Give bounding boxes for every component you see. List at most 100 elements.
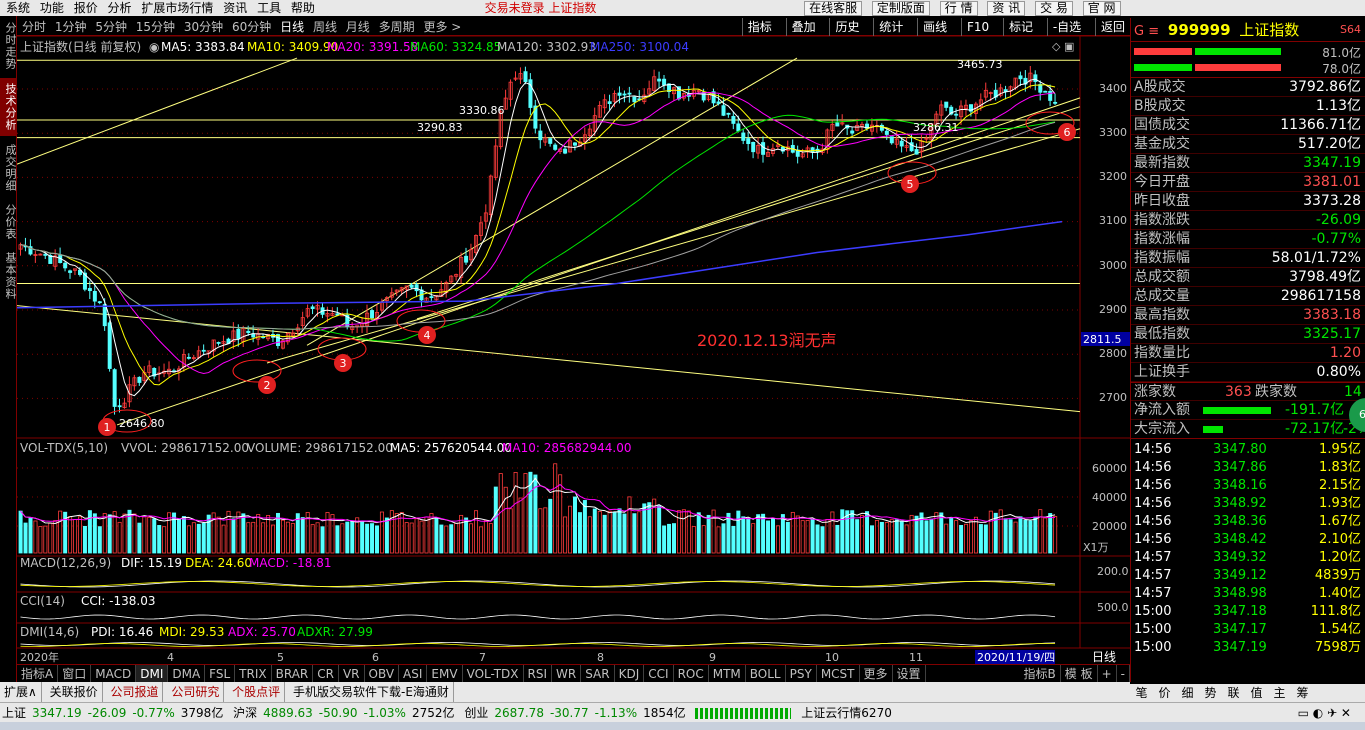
indicator-tab[interactable]: BRAR	[272, 665, 314, 682]
volume-bar	[275, 512, 280, 554]
period-monthly[interactable]: 月线	[346, 18, 370, 36]
indicator-tab[interactable]: PSY	[786, 665, 817, 682]
tab-trade-details[interactable]: 成交明细	[0, 140, 17, 196]
period-more[interactable]: 更多 >	[423, 18, 461, 36]
market-button[interactable]: 行 情	[939, 1, 978, 16]
indicator-tab[interactable]: VOL-TDX	[463, 665, 524, 682]
tab-price-table[interactable]: 分价表	[0, 200, 17, 244]
indicator-tab[interactable]: 设置	[893, 665, 926, 682]
panel-tab[interactable]: 笔	[1130, 684, 1153, 702]
panel-tab[interactable]: 筹	[1291, 684, 1314, 702]
template-tab[interactable]: -	[1117, 665, 1130, 682]
tab-intraday[interactable]: 分时走势	[0, 20, 17, 72]
indicator-tab[interactable]: MTM	[709, 665, 746, 682]
overlay-button[interactable]: 叠加	[785, 18, 821, 36]
panel-tab[interactable]: 主	[1268, 684, 1291, 702]
volume-bar	[1028, 520, 1033, 554]
volume-bar	[518, 497, 523, 554]
history-button[interactable]: 历史	[829, 18, 864, 36]
volume-bar	[251, 521, 256, 554]
menu-quote[interactable]: 报价	[74, 0, 98, 16]
related-quote-tab[interactable]: 关联报价	[46, 682, 103, 702]
period-1min[interactable]: 1分钟	[55, 18, 87, 36]
news-button[interactable]: 资 讯	[987, 1, 1026, 16]
draw-button[interactable]: 画线	[917, 18, 952, 36]
window-controls-icon[interactable]: ▭ ◐ ✈ ✕	[1298, 703, 1351, 722]
indicator-tab[interactable]: SAR	[581, 665, 615, 682]
indicator-tab[interactable]: OBV	[365, 665, 400, 682]
indicator-tab[interactable]: 指标A	[17, 665, 59, 682]
indicator-tab[interactable]: EMV	[427, 665, 463, 682]
panel-tab[interactable]: 值	[1245, 684, 1268, 702]
custom-layout-button[interactable]: 定制版面	[871, 1, 930, 16]
trade-button[interactable]: 交 易	[1035, 1, 1073, 16]
indicator-tab[interactable]: CR	[313, 665, 339, 682]
menu-system[interactable]: 系统	[6, 0, 30, 16]
period-daily[interactable]: 日线	[280, 18, 304, 36]
menu-tools[interactable]: 工具	[257, 0, 281, 16]
menu-function[interactable]: 功能	[40, 0, 64, 16]
diamond-icon[interactable]: ◇ ▣	[1052, 40, 1074, 53]
indicator-button[interactable]: 指标	[741, 18, 777, 36]
tab-technical-analysis[interactable]: 技术分析	[0, 78, 17, 136]
period-tick[interactable]: 分时	[22, 18, 46, 36]
indicator-tab[interactable]: MACD	[91, 665, 137, 682]
indicator-tab[interactable]: ROC	[674, 665, 709, 682]
menu-help[interactable]: 帮助	[291, 0, 315, 16]
indicator-tab[interactable]: RSI	[524, 665, 553, 682]
indicator-tab[interactable]: DMI	[136, 665, 169, 682]
indicator-tab[interactable]: BOLL	[746, 665, 786, 682]
candle-body	[87, 288, 92, 292]
date-tick: 10	[825, 651, 839, 664]
indicator-tab[interactable]: 更多	[860, 665, 893, 682]
indicator-tab[interactable]: KDJ	[615, 665, 645, 682]
expand-button[interactable]: 扩展∧	[0, 682, 42, 702]
template-tab[interactable]: 指标B	[1020, 665, 1061, 682]
indicator-tab[interactable]: MCST	[817, 665, 860, 682]
company-report-tab[interactable]: 公司报道	[106, 682, 164, 702]
indicator-tab[interactable]: 窗口	[58, 665, 92, 682]
menu-news[interactable]: 资讯	[223, 0, 247, 16]
kline-chart[interactable]: 1 2 3 4 5 6 上证指数(日线 前复权) ◉ MA5: 3383.84 MA10:…	[17, 36, 1130, 682]
menu-analysis[interactable]: 分析	[108, 0, 132, 16]
website-button[interactable]: 官 网	[1082, 1, 1121, 16]
menu-ext-market[interactable]: 扩展市场行情	[141, 0, 213, 16]
mobile-download-link[interactable]: 手机版交易软件下载-E海通财	[289, 682, 454, 702]
back-button[interactable]: 返回	[1094, 18, 1130, 36]
mark-button[interactable]: 标记	[1002, 18, 1038, 36]
indicator-tab[interactable]: VR	[339, 665, 365, 682]
tab-fundamentals[interactable]: 基本资料	[0, 248, 17, 304]
period-30min[interactable]: 30分钟	[184, 18, 223, 36]
watchlist-button[interactable]: -自选	[1046, 18, 1086, 36]
panel-tab[interactable]: 势	[1199, 684, 1222, 702]
template-tab[interactable]: +	[1098, 665, 1117, 682]
panel-tab[interactable]: 联	[1222, 684, 1245, 702]
period-5min[interactable]: 5分钟	[95, 18, 127, 36]
period-15min[interactable]: 15分钟	[136, 18, 175, 36]
volume-bar	[637, 511, 642, 554]
company-research-tab[interactable]: 公司研究	[167, 682, 225, 702]
indicator-tab[interactable]: WR	[552, 665, 582, 682]
tick-list[interactable]: 14:56 3347.80 1.95亿 14:56 3347.86 1.83亿 14:56 3…	[1131, 439, 1365, 657]
panel-tab[interactable]: 价	[1153, 684, 1176, 702]
indicator-tab[interactable]: DMA	[168, 665, 206, 682]
online-service-button[interactable]: 在线客服	[804, 1, 863, 16]
indicator-tab[interactable]: TRIX	[235, 665, 272, 682]
indicator-tab[interactable]: CCI	[644, 665, 674, 682]
period-multi[interactable]: 多周期	[379, 18, 415, 36]
indicator-tab[interactable]: ASI	[399, 665, 428, 682]
stats-button[interactable]: 统计	[873, 18, 908, 36]
period-weekly[interactable]: 周线	[313, 18, 337, 36]
volume-bar	[374, 525, 379, 554]
volume-bar	[167, 512, 172, 554]
period-60min[interactable]: 60分钟	[232, 18, 271, 36]
menu-g-icon[interactable]: G ≡	[1134, 24, 1159, 39]
volume-bar	[597, 511, 602, 554]
volume-bar	[503, 486, 508, 554]
stock-review-tab[interactable]: 个股点评	[228, 682, 286, 702]
volume-bar	[181, 516, 186, 554]
template-tab[interactable]: 模 板	[1061, 665, 1098, 682]
f10-button[interactable]: F10	[960, 18, 994, 36]
panel-tab[interactable]: 细	[1176, 684, 1199, 702]
indicator-tab[interactable]: FSL	[205, 665, 236, 682]
